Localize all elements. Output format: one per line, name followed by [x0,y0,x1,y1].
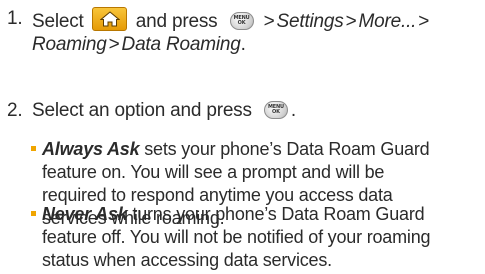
step-2-text: Select an option and press MENU OK . [32,99,482,122]
path-settings: Settings [276,11,344,32]
path-data-roaming: Data Roaming [121,34,241,55]
step-number: 1. [7,8,23,29]
step-1-period: . [240,34,246,55]
option-line: status when accessing data services. [42,250,332,270]
step-1-line-1: Select and press MENU OK > Settings > More.… [32,7,482,33]
option-term: Never Ask [42,204,128,224]
path-separator: > [263,11,275,32]
step-number: 2. [7,100,23,121]
path-separator: > [345,11,357,32]
step-2-label: Select an option and press [32,100,252,121]
select-label: Select [32,11,84,32]
menu-ok-key-icon: MENU OK [229,12,254,30]
menu-ok-key-icon: MENU OK [263,101,288,119]
step-2-period: . [290,100,296,121]
bullet-square-icon [31,211,36,216]
option-line: turns your phone’s Data Roam Guard [132,204,425,224]
option-line: feature on. You will see a prompt and wi… [42,162,385,182]
path-separator: > [418,11,430,32]
option-line: feature off. You will not be notified of… [42,227,431,247]
home-icon [91,7,127,31]
and-press-label: and press [135,11,218,32]
bullet-square-icon [31,146,36,151]
option-term: Always Ask [42,139,140,159]
instruction-page: 1. Select and press MENU OK > Settings > Mo… [0,0,485,274]
path-roaming: Roaming [32,34,107,55]
option-description: Never Ask turns your phone’s Data Roam G… [42,203,482,272]
path-separator: > [108,34,120,55]
path-more: More... [358,11,417,32]
option-line: sets your phone’s Data Roam Guard [144,139,430,159]
step-1-text: Select and press MENU OK > Settings > More.… [32,7,482,56]
step-1-line-2: Roaming > Data Roaming. [32,33,482,56]
